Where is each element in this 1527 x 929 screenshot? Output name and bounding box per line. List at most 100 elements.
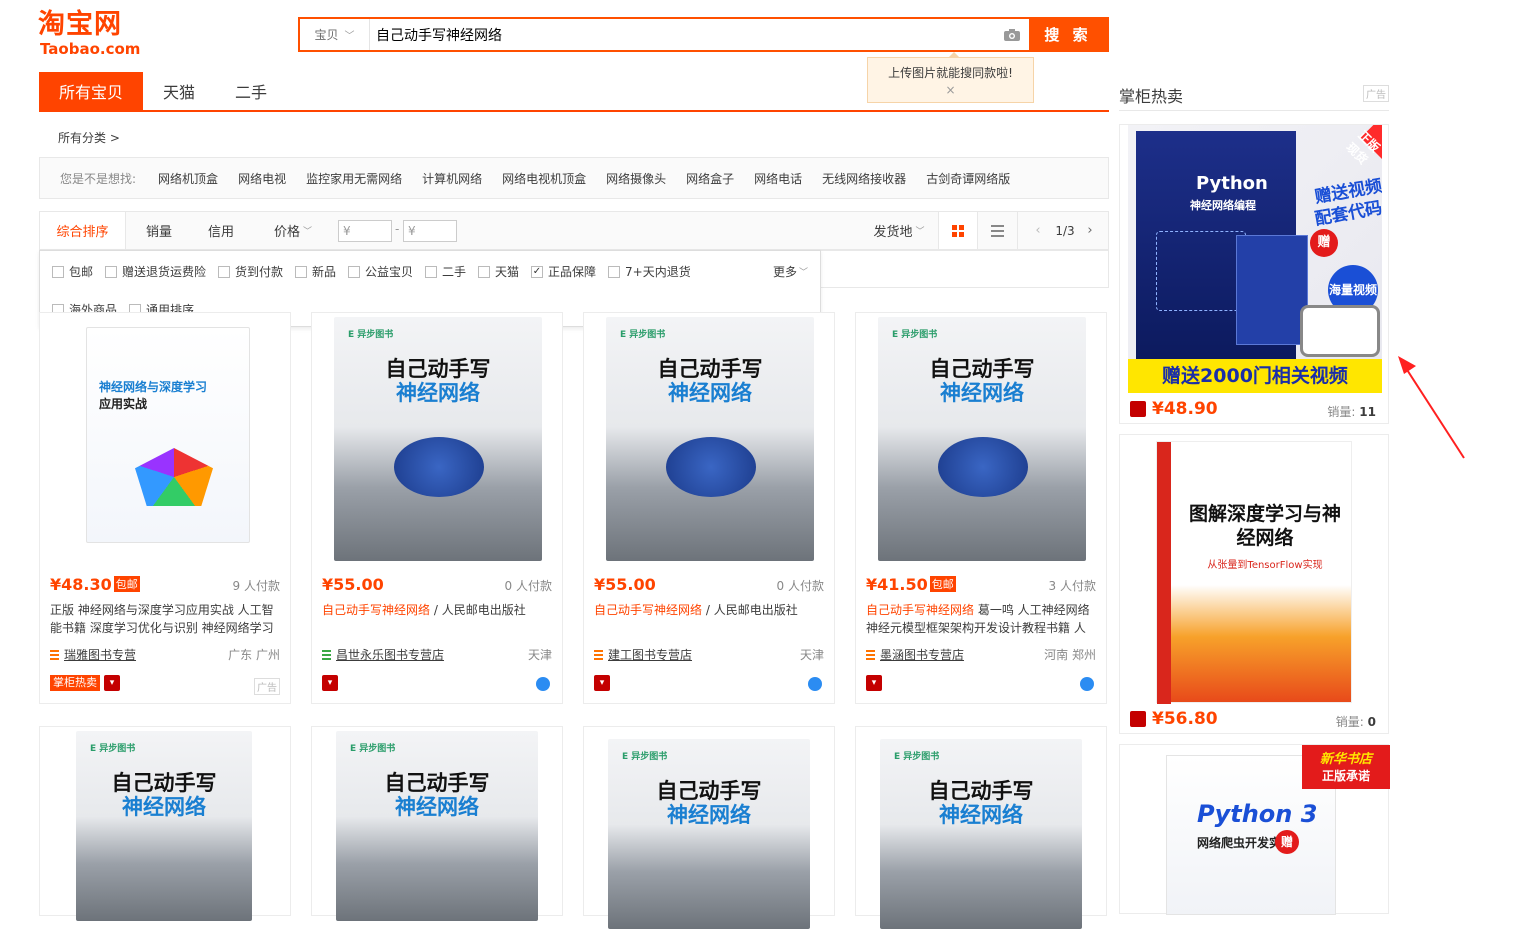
- product-image[interactable]: E 异步图书 自己动手写 神经网络: [334, 317, 542, 561]
- suggest-keyword[interactable]: 网络盒子: [686, 170, 734, 187]
- product-image[interactable]: Python 神经网络编程 正版现货 赠送视频 配套代码 赠 海量视频 赠送20…: [1128, 125, 1382, 393]
- filter-charity[interactable]: 公益宝贝: [348, 263, 413, 280]
- filter-free-shipping[interactable]: 包邮: [52, 263, 93, 280]
- sales-count: 销量: 11: [1327, 403, 1376, 420]
- shop-link[interactable]: 昌世永乐图书专营店: [322, 646, 444, 663]
- cover-graphic: [135, 448, 213, 506]
- sort-default[interactable]: 综合排序: [40, 212, 126, 249]
- product-card[interactable]: E 异步图书 自己动手写 神经网络: [583, 726, 835, 929]
- product-title[interactable]: 自己动手写神经网络 / 人民邮电出版社: [594, 601, 826, 637]
- filter-7day-return[interactable]: 7+天内退货: [608, 263, 691, 280]
- tab-tmall[interactable]: 天猫: [143, 72, 215, 110]
- tab-secondhand[interactable]: 二手: [215, 72, 287, 110]
- suggest-keyword[interactable]: 网络摄像头: [606, 170, 666, 187]
- ship-from-select[interactable]: 发货地 ﹀: [862, 212, 936, 249]
- product-image[interactable]: E 异步图书 自己动手写 神经网络: [76, 731, 252, 921]
- checkbox[interactable]: [425, 265, 437, 278]
- taobao-logo[interactable]: 淘宝网 Taobao.com: [38, 10, 148, 60]
- suggest-keyword[interactable]: 网络机顶盒: [158, 170, 218, 187]
- product-title[interactable]: 自己动手写神经网络 葛一鸣 人工神经网络神经元模型框架架构开发设计教程书籍 人: [866, 601, 1098, 637]
- paid-count: 0 人付款: [776, 579, 824, 593]
- sort-credit[interactable]: 信用: [192, 212, 250, 249]
- product-card[interactable]: E 异步图书 自己动手写 神经网络: [311, 726, 563, 921]
- sales-value: 0: [1367, 715, 1376, 729]
- filter-more-label: 更多: [773, 265, 798, 279]
- product-title[interactable]: 自己动手写神经网络 / 人民邮电出版社: [322, 601, 554, 637]
- publisher-logo: E 异步图书: [90, 744, 136, 754]
- checkbox-checked[interactable]: ✓: [531, 265, 543, 278]
- all-categories-link[interactable]: 所有分类 >: [58, 129, 120, 146]
- suggest-keyword[interactable]: 网络电视: [238, 170, 286, 187]
- filter-new[interactable]: 新品: [295, 263, 336, 280]
- product-image[interactable]: E 异步图书 自己动手写 神经网络: [336, 731, 538, 921]
- corner-banner-title: 新华书店: [1319, 752, 1372, 767]
- product-price: ¥41.50 包邮: [866, 575, 956, 594]
- prev-page-icon[interactable]: ‹: [1028, 212, 1048, 249]
- checkbox[interactable]: [52, 265, 64, 278]
- price-max-input[interactable]: ¥: [403, 220, 457, 242]
- product-image[interactable]: E 异步图书 自己动手写 神经网络: [878, 317, 1086, 561]
- product-card[interactable]: 神经网络与深度学习 应用实战 ¥48.30 包邮 9 人付款 正版 神经网络与深度…: [39, 312, 291, 704]
- checkbox[interactable]: [218, 265, 230, 278]
- checkbox[interactable]: [295, 265, 307, 278]
- search-input[interactable]: [370, 19, 995, 50]
- search-category-select[interactable]: 宝贝 ﹀: [300, 19, 370, 50]
- corner-banner: 新华书店 正版承诺: [1302, 745, 1390, 789]
- suggest-keyword[interactable]: 网络电话: [754, 170, 802, 187]
- filter-label: 公益宝贝: [365, 265, 414, 279]
- tab-all[interactable]: 所有宝贝: [39, 72, 143, 110]
- product-price: ¥56.80: [1130, 709, 1218, 729]
- chat-icon[interactable]: [808, 677, 822, 691]
- product-card[interactable]: E 异步图书 自己动手写 神经网络: [39, 726, 291, 921]
- search-button[interactable]: 搜 索: [1029, 19, 1107, 50]
- filter-more[interactable]: 更多 ﹀: [773, 263, 808, 280]
- chat-icon[interactable]: [536, 677, 550, 691]
- featured-product-card[interactable]: 图解深度学习与神经网络 从张量到TensorFlow实现 ¥56.80 销量: …: [1119, 434, 1389, 734]
- publisher-logo: E 异步图书: [348, 330, 394, 340]
- shop-link[interactable]: 瑞雅图书专营: [50, 646, 136, 663]
- price-value: ¥56.80: [1152, 709, 1218, 729]
- product-image[interactable]: E 异步图书 自己动手写 神经网络: [608, 739, 810, 929]
- product-image[interactable]: 图解深度学习与神经网络 从张量到TensorFlow实现: [1156, 441, 1352, 704]
- suggest-keyword[interactable]: 古剑奇谭网络版: [926, 170, 1010, 187]
- shop-link[interactable]: 建工图书专营店: [594, 646, 692, 663]
- chat-icon[interactable]: [1080, 677, 1094, 691]
- filter-genuine[interactable]: ✓ 正品保障: [531, 263, 596, 280]
- cover-subtitle: 神经网络: [667, 803, 751, 827]
- filter-secondhand[interactable]: 二手: [425, 263, 466, 280]
- product-card[interactable]: E 异步图书 自己动手写 神经网络 ¥55.00 0 人付款 自己动手写神经网络…: [583, 312, 835, 704]
- suggest-keyword[interactable]: 计算机网络: [422, 170, 482, 187]
- sort-price[interactable]: 价格 ﹀: [256, 212, 330, 249]
- shop-link[interactable]: 墨涵图书专营店: [866, 646, 964, 663]
- filter-cod[interactable]: 货到付款: [218, 263, 283, 280]
- suggest-keyword[interactable]: 无线网络接收器: [822, 170, 906, 187]
- product-card[interactable]: E 异步图书 自己动手写 神经网络: [855, 726, 1107, 929]
- checkbox[interactable]: [478, 265, 490, 278]
- grid-view-icon[interactable]: [938, 212, 978, 249]
- suggest-keyword[interactable]: 网络电视机顶盒: [502, 170, 586, 187]
- product-image[interactable]: E 异步图书 自己动手写 神经网络: [880, 739, 1082, 929]
- camera-search-icon[interactable]: [995, 19, 1029, 50]
- filter-tmall[interactable]: 天猫: [478, 263, 519, 280]
- sort-sales[interactable]: 销量: [126, 212, 192, 249]
- filter-label: 新品: [312, 265, 337, 279]
- checkbox[interactable]: [348, 265, 360, 278]
- product-card[interactable]: E 异步图书 自己动手写 神经网络 ¥41.50 包邮 3 人付款 自己动手写神经…: [855, 312, 1107, 704]
- filter-return-insurance[interactable]: 赠送退货运费险: [105, 263, 206, 280]
- featured-product-card[interactable]: Python 3 网络爬虫开发实战 赠 新华书店 正版承诺: [1119, 744, 1390, 915]
- product-card[interactable]: E 异步图书 自己动手写 神经网络 ¥55.00 0 人付款 自己动手写神经网络…: [311, 312, 563, 704]
- product-image[interactable]: 神经网络与深度学习 应用实战: [50, 313, 282, 545]
- product-image[interactable]: E 异步图书 自己动手写 神经网络: [606, 317, 814, 561]
- checkbox[interactable]: [608, 265, 620, 278]
- sort-bar-extension: [821, 250, 1109, 288]
- shop-name: 建工图书专营店: [608, 648, 693, 662]
- price-min-input[interactable]: ¥: [338, 220, 392, 242]
- list-view-icon[interactable]: [978, 212, 1018, 249]
- product-title[interactable]: 正版 神经网络与深度学习应用实战 人工智能书籍 深度学习优化与识别 神经网络学习: [50, 601, 282, 637]
- corner-banner-sub: 正版承诺: [1321, 769, 1370, 783]
- suggest-keyword[interactable]: 监控家用无需网络: [306, 170, 402, 187]
- checkbox[interactable]: [105, 265, 117, 278]
- next-page-icon[interactable]: ›: [1080, 212, 1100, 249]
- featured-product-card[interactable]: Python 神经网络编程 正版现货 赠送视频 配套代码 赠 海量视频 赠送20…: [1119, 124, 1389, 424]
- ad-badge: 广告: [1363, 85, 1389, 102]
